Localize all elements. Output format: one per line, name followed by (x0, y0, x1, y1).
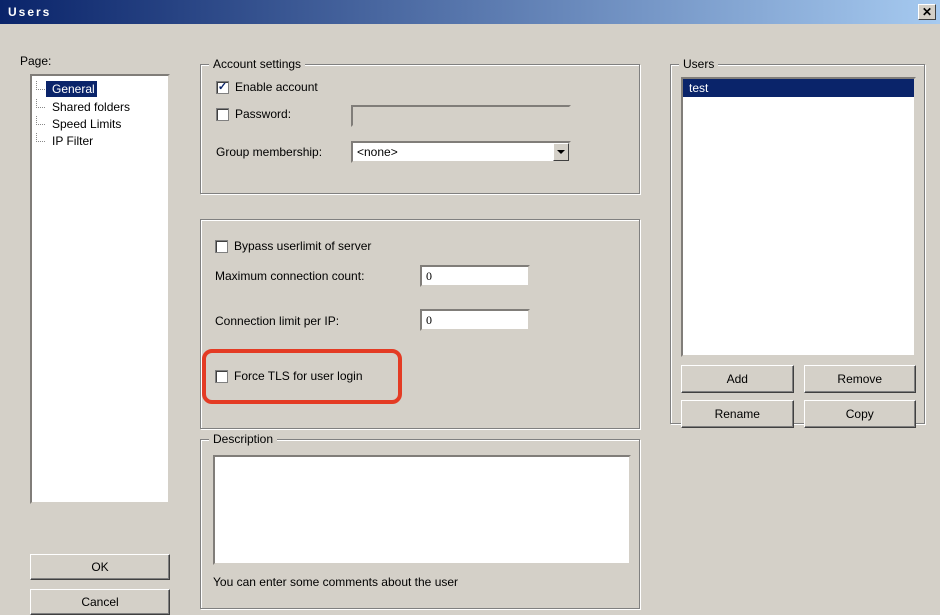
password-input[interactable] (351, 105, 571, 127)
ok-button[interactable]: OK (30, 554, 170, 580)
password-checkbox[interactable] (216, 108, 229, 121)
description-legend: Description (209, 432, 277, 446)
window-title: Users (4, 5, 51, 19)
password-label: Password: (235, 107, 291, 121)
users-group: Users test Add Remove Rename Copy (670, 64, 925, 424)
rename-user-button[interactable]: Rename (681, 400, 794, 428)
conn-per-ip-input[interactable] (420, 309, 530, 331)
users-listbox[interactable]: test (681, 77, 916, 357)
chevron-down-icon (553, 143, 569, 161)
max-connection-input[interactable] (420, 265, 530, 287)
group-membership-value: <none> (357, 145, 398, 159)
enable-account-checkbox[interactable] (216, 81, 229, 94)
close-button[interactable]: ✕ (918, 4, 936, 20)
limits-group: Bypass userlimit of server Maximum conne… (200, 219, 640, 429)
description-group: Description You can enter some comments … (200, 439, 640, 609)
account-settings-group: Account settings Enable account Password… (200, 64, 640, 194)
page-item-general[interactable]: General (46, 81, 97, 97)
cancel-button[interactable]: Cancel (30, 589, 170, 615)
account-settings-legend: Account settings (209, 57, 305, 71)
add-user-button[interactable]: Add (681, 365, 794, 393)
page-item-ip-filter[interactable]: IP Filter (46, 133, 166, 149)
page-label: Page: (20, 54, 51, 68)
page-tree[interactable]: General Shared folders Speed Limits IP F… (30, 74, 170, 504)
dialog-body: Page: General Shared folders Speed Limit… (0, 24, 940, 610)
page-item-speed-limits[interactable]: Speed Limits (46, 116, 166, 132)
force-tls-checkbox[interactable] (215, 370, 228, 383)
enable-account-label: Enable account (235, 80, 318, 94)
page-item-shared-folders[interactable]: Shared folders (46, 99, 166, 115)
title-bar: Users ✕ (0, 0, 940, 24)
bypass-userlimit-label: Bypass userlimit of server (234, 239, 371, 253)
group-membership-dropdown[interactable]: <none> (351, 141, 571, 163)
description-textarea[interactable] (213, 455, 631, 565)
bypass-userlimit-checkbox[interactable] (215, 240, 228, 253)
conn-per-ip-label: Connection limit per IP: (215, 314, 339, 328)
description-hint: You can enter some comments about the us… (213, 575, 458, 589)
force-tls-label: Force TLS for user login (234, 369, 363, 383)
max-connection-label: Maximum connection count: (215, 269, 364, 283)
group-membership-label: Group membership: (216, 145, 322, 159)
user-list-item[interactable]: test (683, 79, 914, 97)
remove-user-button[interactable]: Remove (804, 365, 917, 393)
copy-user-button[interactable]: Copy (804, 400, 917, 428)
users-legend: Users (679, 57, 718, 71)
